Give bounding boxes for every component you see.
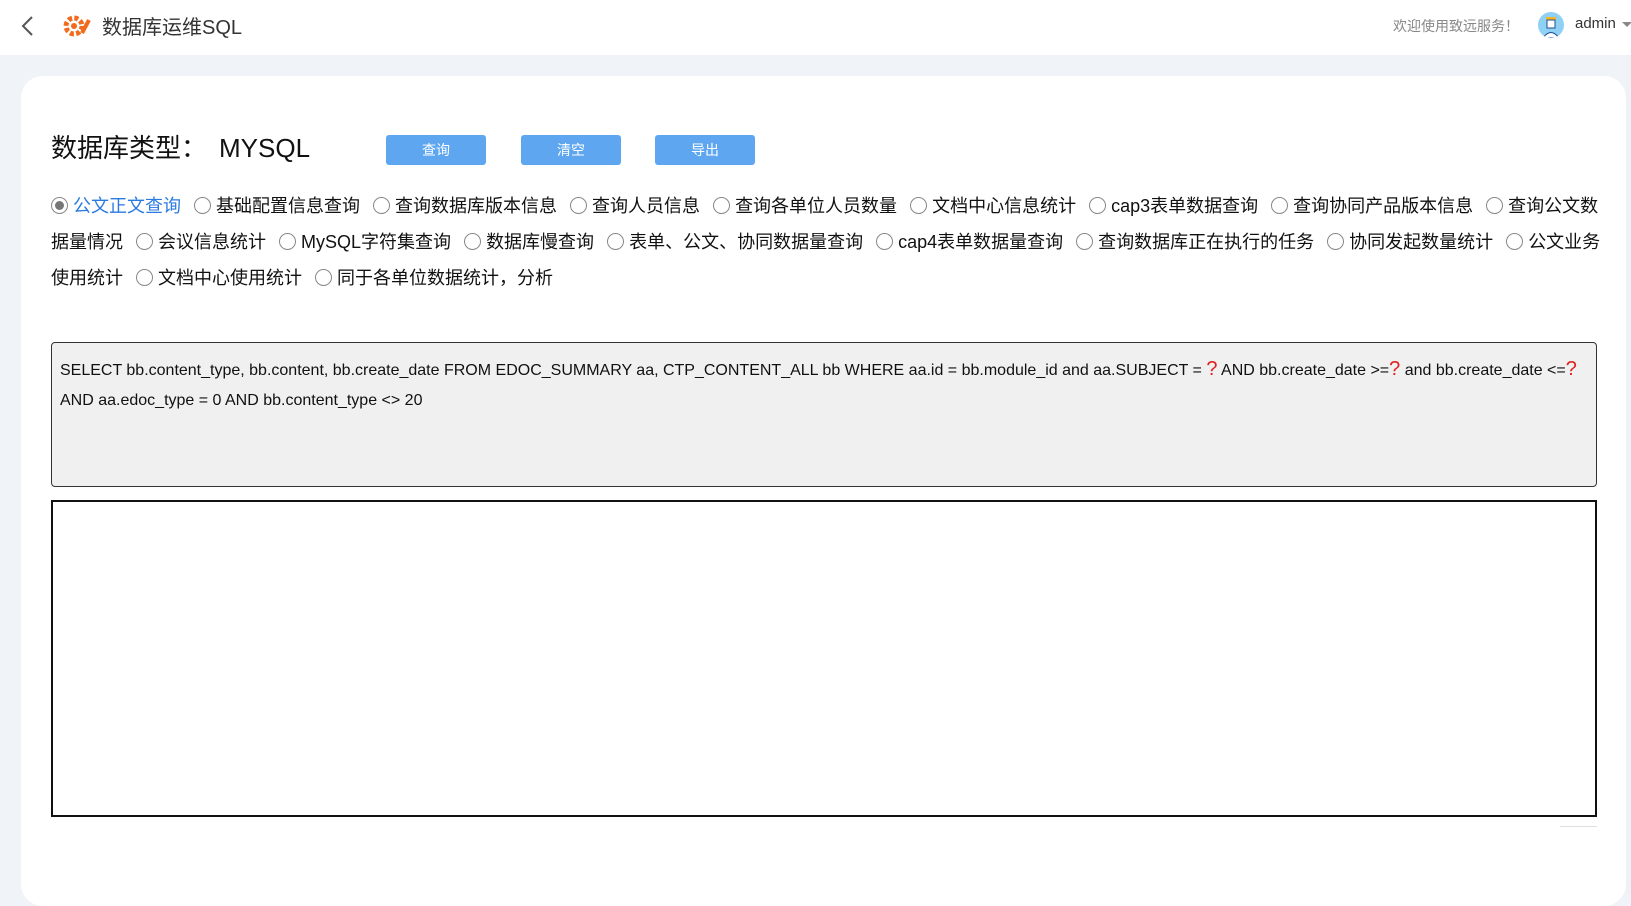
database-type-value: MYSQL [219, 133, 311, 163]
radio-circle-icon[interactable] [373, 197, 391, 214]
back-icon[interactable] [14, 12, 42, 40]
sql-editor[interactable]: SELECT bb.content_type, bb.content, bb.c… [51, 342, 1597, 487]
sql-text: and bb.create_date <= [1400, 362, 1566, 379]
scrollbar[interactable] [1626, 55, 1631, 895]
radio-option[interactable]: 文档中心信息统计 [910, 196, 1076, 216]
radio-circle-icon[interactable] [136, 233, 154, 250]
chevron-down-icon[interactable] [1622, 22, 1631, 27]
query-type-radio-group: 公文正文查询 基础配置信息查询 查询数据库版本信息 查询人员信息 查询各单位人员… [51, 188, 1601, 296]
radio-option[interactable]: 查询协同产品版本信息 [1271, 196, 1473, 216]
top-bar: 数据库运维SQL 欢迎使用致远服务！ admin [0, 0, 1631, 55]
radio-circle-icon[interactable] [194, 197, 212, 214]
sql-text: AND bb.create_date >= [1217, 362, 1390, 379]
radio-option[interactable]: 公文正文查询 [51, 196, 181, 216]
query-button[interactable]: 查询 [386, 135, 486, 165]
radio-option[interactable]: 会议信息统计 [136, 232, 266, 252]
radio-label: 公文正文查询 [73, 196, 181, 216]
radio-option[interactable]: 文档中心使用统计 [136, 268, 302, 288]
radio-label: cap3表单数据查询 [1111, 196, 1259, 216]
radio-option[interactable]: cap3表单数据查询 [1089, 196, 1258, 216]
radio-option[interactable]: 查询人员信息 [570, 196, 700, 216]
sql-param-placeholder: ? [1389, 358, 1401, 380]
radio-circle-icon[interactable] [279, 233, 297, 250]
user-menu[interactable]: admin [1575, 15, 1616, 32]
sql-param-placeholder: ? [1206, 358, 1218, 380]
radio-circle-icon[interactable] [1486, 197, 1504, 214]
radio-circle-icon[interactable] [876, 233, 894, 250]
radio-label: 表单、公文、协同数据量查询 [629, 232, 864, 252]
radio-option[interactable]: 同于各单位数据统计，分析 [315, 268, 553, 288]
radio-label: 会议信息统计 [158, 232, 267, 252]
radio-option[interactable]: 查询数据库版本信息 [373, 196, 557, 216]
radio-label: cap4表单数据量查询 [898, 232, 1064, 252]
radio-label: 数据库慢查询 [486, 232, 595, 252]
clear-button[interactable]: 清空 [521, 135, 621, 165]
database-type-label: 数据库类型： [51, 133, 208, 163]
radio-circle-icon[interactable] [1327, 233, 1345, 250]
radio-label: 文档中心信息统计 [932, 196, 1077, 216]
radio-option[interactable]: 协同发起数量统计 [1327, 232, 1493, 252]
divider [1560, 826, 1597, 827]
sql-param-placeholder: ? [1565, 358, 1577, 380]
radio-label: 查询协同产品版本信息 [1293, 196, 1474, 216]
radio-circle-icon[interactable] [136, 269, 154, 286]
radio-option[interactable]: cap4表单数据量查询 [876, 232, 1063, 252]
radio-label: 同于各单位数据统计，分析 [337, 268, 554, 288]
radio-circle-icon[interactable] [570, 197, 588, 214]
radio-label: 文档中心使用统计 [158, 268, 303, 288]
radio-circle-icon[interactable] [1076, 233, 1094, 250]
radio-circle-icon[interactable] [51, 197, 68, 214]
radio-circle-icon[interactable] [607, 233, 625, 250]
radio-label: 查询人员信息 [592, 196, 701, 216]
radio-circle-icon[interactable] [1506, 233, 1524, 250]
radio-label: MySQL字符集查询 [301, 232, 452, 252]
sql-text: SELECT bb.content_type, bb.content, bb.c… [60, 362, 1207, 379]
welcome-text: 欢迎使用致远服务！ [1393, 18, 1519, 34]
radio-circle-icon[interactable] [1089, 197, 1107, 214]
result-area[interactable] [51, 500, 1597, 817]
radio-option[interactable]: 基础配置信息查询 [194, 196, 360, 216]
radio-option[interactable]: 查询各单位人员数量 [713, 196, 897, 216]
radio-circle-icon[interactable] [315, 269, 333, 286]
radio-option[interactable]: 数据库慢查询 [464, 232, 594, 252]
radio-label: 查询数据库版本信息 [395, 196, 558, 216]
radio-label: 查询各单位人员数量 [735, 196, 898, 216]
radio-option[interactable]: 查询数据库正在执行的任务 [1076, 232, 1314, 252]
gear-wrench-logo-icon [63, 15, 91, 37]
radio-option[interactable]: MySQL字符集查询 [279, 232, 451, 252]
radio-label: 查询数据库正在执行的任务 [1098, 232, 1315, 252]
app-title: 数据库运维SQL [102, 17, 243, 39]
radio-label: 协同发起数量统计 [1349, 232, 1494, 252]
radio-option[interactable]: 表单、公文、协同数据量查询 [607, 232, 863, 252]
user-avatar[interactable] [1538, 12, 1564, 38]
radio-circle-icon[interactable] [910, 197, 928, 214]
radio-circle-icon[interactable] [1271, 197, 1289, 214]
database-type: 数据库类型： MYSQL [51, 128, 310, 165]
radio-label: 基础配置信息查询 [216, 196, 361, 216]
radio-circle-icon[interactable] [464, 233, 482, 250]
sql-text: AND aa.edoc_type = 0 AND bb.content_type… [60, 392, 423, 409]
radio-circle-icon[interactable] [713, 197, 731, 214]
export-button[interactable]: 导出 [655, 135, 755, 165]
